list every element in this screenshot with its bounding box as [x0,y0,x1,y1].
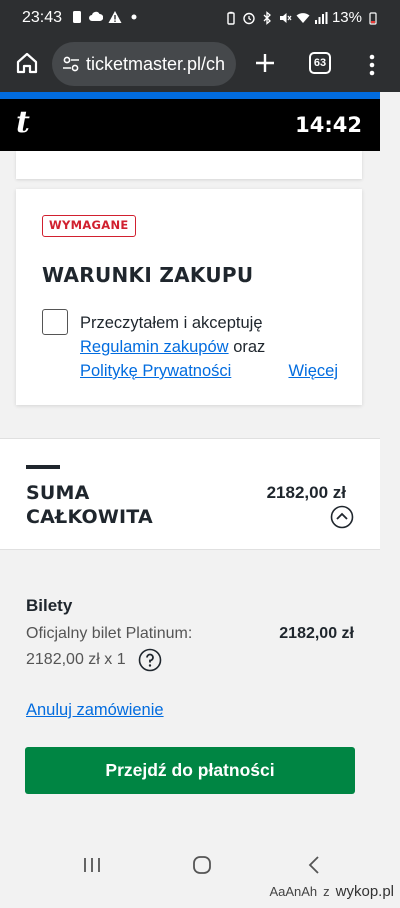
proceed-to-payment-button[interactable]: Przejdź do płatności [25,747,355,794]
accept-terms-checkbox[interactable] [42,309,68,335]
ticket-name: Oficjalny bilet Platinum: [26,625,193,642]
watermark: AaAnAh z wykop.pl [269,883,394,900]
back-icon[interactable] [303,853,327,877]
site-settings-icon[interactable] [62,56,80,72]
order-total-section: SUMA CAŁKOWITA 2182,00 zł [0,438,380,550]
mute-icon [279,12,292,23]
battery-saver-icon [227,11,235,25]
more-link[interactable]: Więcej [288,359,338,383]
browser-toolbar: ticketmaster.pl/ch 63 [0,36,400,92]
watermark-z: z [323,884,330,899]
recent-apps-icon[interactable] [80,853,104,877]
new-tab-icon[interactable] [252,50,278,76]
status-bar: 23:43 13% [0,0,400,36]
more-menu-icon[interactable] [366,52,378,78]
terms-text: Przeczytałem i akceptuję Regulamin zakup… [80,311,350,383]
total-label: SUMA CAŁKOWITA [26,482,153,528]
regulations-link[interactable]: Regulamin zakupów [80,338,229,356]
ticket-amount: 2182,00 zł [279,625,354,642]
tickets-heading: Bilety [26,596,73,615]
chevron-up-icon[interactable] [330,505,354,529]
privacy-policy-link[interactable]: Politykę Prywatności [80,362,231,380]
cloud-icon [89,11,103,21]
terms-title: WARUNKI ZAKUPU [42,263,254,287]
bluetooth-icon [263,10,271,25]
home-icon[interactable] [14,50,40,76]
total-amount: 2182,00 zł [266,483,346,502]
dot-icon [131,14,137,20]
section-marker [26,465,60,469]
terms-card: WYMAGANE WARUNKI ZAKUPU Przeczytałem i a… [16,189,362,405]
wifi-icon [296,12,310,23]
ticketmaster-logo[interactable]: t [16,105,30,140]
address-bar[interactable]: ticketmaster.pl/ch [52,42,236,86]
battery-icon [369,11,377,25]
tab-switcher-button[interactable]: 63 [309,52,331,74]
warning-icon [108,11,122,23]
checkout-timer: 14:42 [295,113,362,137]
cancel-order-link[interactable]: Anuluj zamówienie [26,701,164,720]
url-text: ticketmaster.pl/ch [86,54,226,74]
system-nav-bar: AaAnAh z wykop.pl [0,847,400,908]
battery-percent: 13% [331,9,362,26]
ticket-unit-price: 2182,00 zł x 1 [26,651,126,668]
previous-card [16,151,362,179]
status-time: 23:43 [22,9,63,26]
wykop-logo: wykop.pl [335,883,394,900]
page-load-accent [0,92,380,99]
notification-icon [73,11,81,23]
alarm-icon [243,12,255,24]
home-nav-icon[interactable] [190,853,214,877]
watermark-user: AaAnAh [269,884,318,899]
required-badge: WYMAGANE [42,215,136,237]
checkout-page: WYMAGANE WARUNKI ZAKUPU Przeczytałem i a… [0,151,380,847]
help-icon[interactable] [138,648,162,672]
site-header: t 14:42 [0,99,380,151]
signal-icon [314,11,328,24]
